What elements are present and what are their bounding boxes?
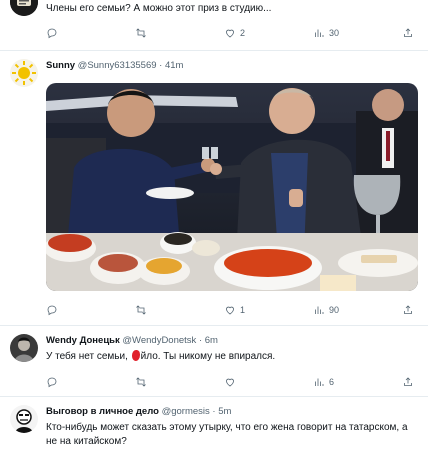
display-name[interactable]: Выговор в личное дело	[46, 406, 159, 417]
share-icon	[404, 305, 412, 314]
display-name[interactable]: Sunny	[46, 60, 75, 71]
avatar[interactable]	[10, 0, 38, 16]
avatar-image	[10, 59, 38, 87]
tweet-actions: 2 30	[46, 25, 416, 41]
share-icon	[404, 377, 412, 386]
views-icon	[315, 29, 324, 37]
retweet-icon	[136, 305, 146, 315]
tweet-header: Wendy Донецьк @WendyDonetsk · 6m	[46, 335, 218, 346]
timestamp[interactable]: 5m	[218, 406, 231, 417]
tweet[interactable]: Wendy Донецьк @WendyDonetsk · 6m У тебя …	[0, 326, 428, 394]
separator: ·	[212, 406, 216, 417]
handle[interactable]: @Sunny63135569	[78, 60, 157, 71]
tweet[interactable]: Sunny @Sunny63135569 · 41m 1 90	[0, 51, 428, 325]
censor-mark	[131, 350, 140, 361]
separator: ·	[198, 335, 203, 346]
share-icon	[404, 28, 412, 37]
like-button[interactable]	[224, 376, 258, 388]
views-button[interactable]: 90	[313, 304, 347, 316]
views-button[interactable]: 6	[313, 376, 347, 388]
reply-button[interactable]	[46, 27, 80, 39]
tweet-actions: 1 90	[46, 302, 416, 318]
reply-icon	[47, 377, 57, 388]
tweet-partial[interactable]: Члены его семьи? А можно этот приз в сту…	[0, 0, 428, 50]
tweet-text: У тебя нет семьи, йло. Ты никому не впир…	[46, 350, 418, 364]
views-icon	[315, 378, 324, 386]
views-icon	[315, 306, 324, 314]
share-button[interactable]	[402, 376, 416, 388]
avatar-image	[10, 405, 38, 433]
photo-image	[46, 83, 418, 291]
reply-icon	[47, 305, 57, 316]
share-button[interactable]	[402, 27, 416, 39]
handle[interactable]: @gormesis	[162, 406, 210, 417]
reply-icon	[47, 28, 57, 39]
retweet-button[interactable]	[135, 27, 169, 39]
tweet-text: Кто-нибудь может сказать этому утырку, ч…	[46, 422, 408, 447]
timestamp[interactable]: 6m	[205, 335, 218, 346]
retweet-button[interactable]	[135, 376, 169, 388]
reply-button[interactable]	[46, 376, 80, 388]
views-button[interactable]: 30	[313, 27, 347, 39]
like-button[interactable]: 2	[224, 27, 258, 39]
share-button[interactable]	[402, 304, 416, 316]
avatar[interactable]	[10, 334, 38, 362]
reply-button[interactable]	[46, 304, 80, 316]
like-icon	[226, 306, 234, 315]
avatar[interactable]	[10, 405, 38, 433]
retweet-icon	[136, 28, 146, 38]
tweet-text-part: йло. Ты никому не впирался.	[140, 351, 276, 362]
avatar-image	[10, 0, 38, 16]
tweet-actions: 6	[46, 374, 416, 390]
timestamp[interactable]: 41m	[165, 60, 183, 71]
tweet[interactable]: Выговор в личное дело @gormesis · 5m Кто…	[0, 397, 428, 453]
retweet-icon	[136, 377, 146, 387]
handle[interactable]: @WendyDonetsk	[122, 335, 196, 346]
like-icon	[226, 29, 234, 38]
avatar-image	[10, 334, 38, 362]
tweet-text: Члены его семьи? А можно этот приз в сту…	[46, 3, 272, 14]
tweet-photo[interactable]	[46, 83, 418, 291]
avatar[interactable]	[10, 59, 38, 87]
display-name[interactable]: Wendy Донецьк	[46, 335, 120, 346]
separator: ·	[159, 60, 163, 71]
tweet-text-part: У тебя нет семьи,	[46, 351, 131, 362]
like-button[interactable]: 1	[224, 304, 258, 316]
tweet-header: Выговор в личное дело @gormesis · 5m	[46, 406, 231, 417]
like-icon	[226, 378, 234, 387]
tweet-header: Sunny @Sunny63135569 · 41m	[46, 60, 183, 71]
retweet-button[interactable]	[135, 304, 169, 316]
